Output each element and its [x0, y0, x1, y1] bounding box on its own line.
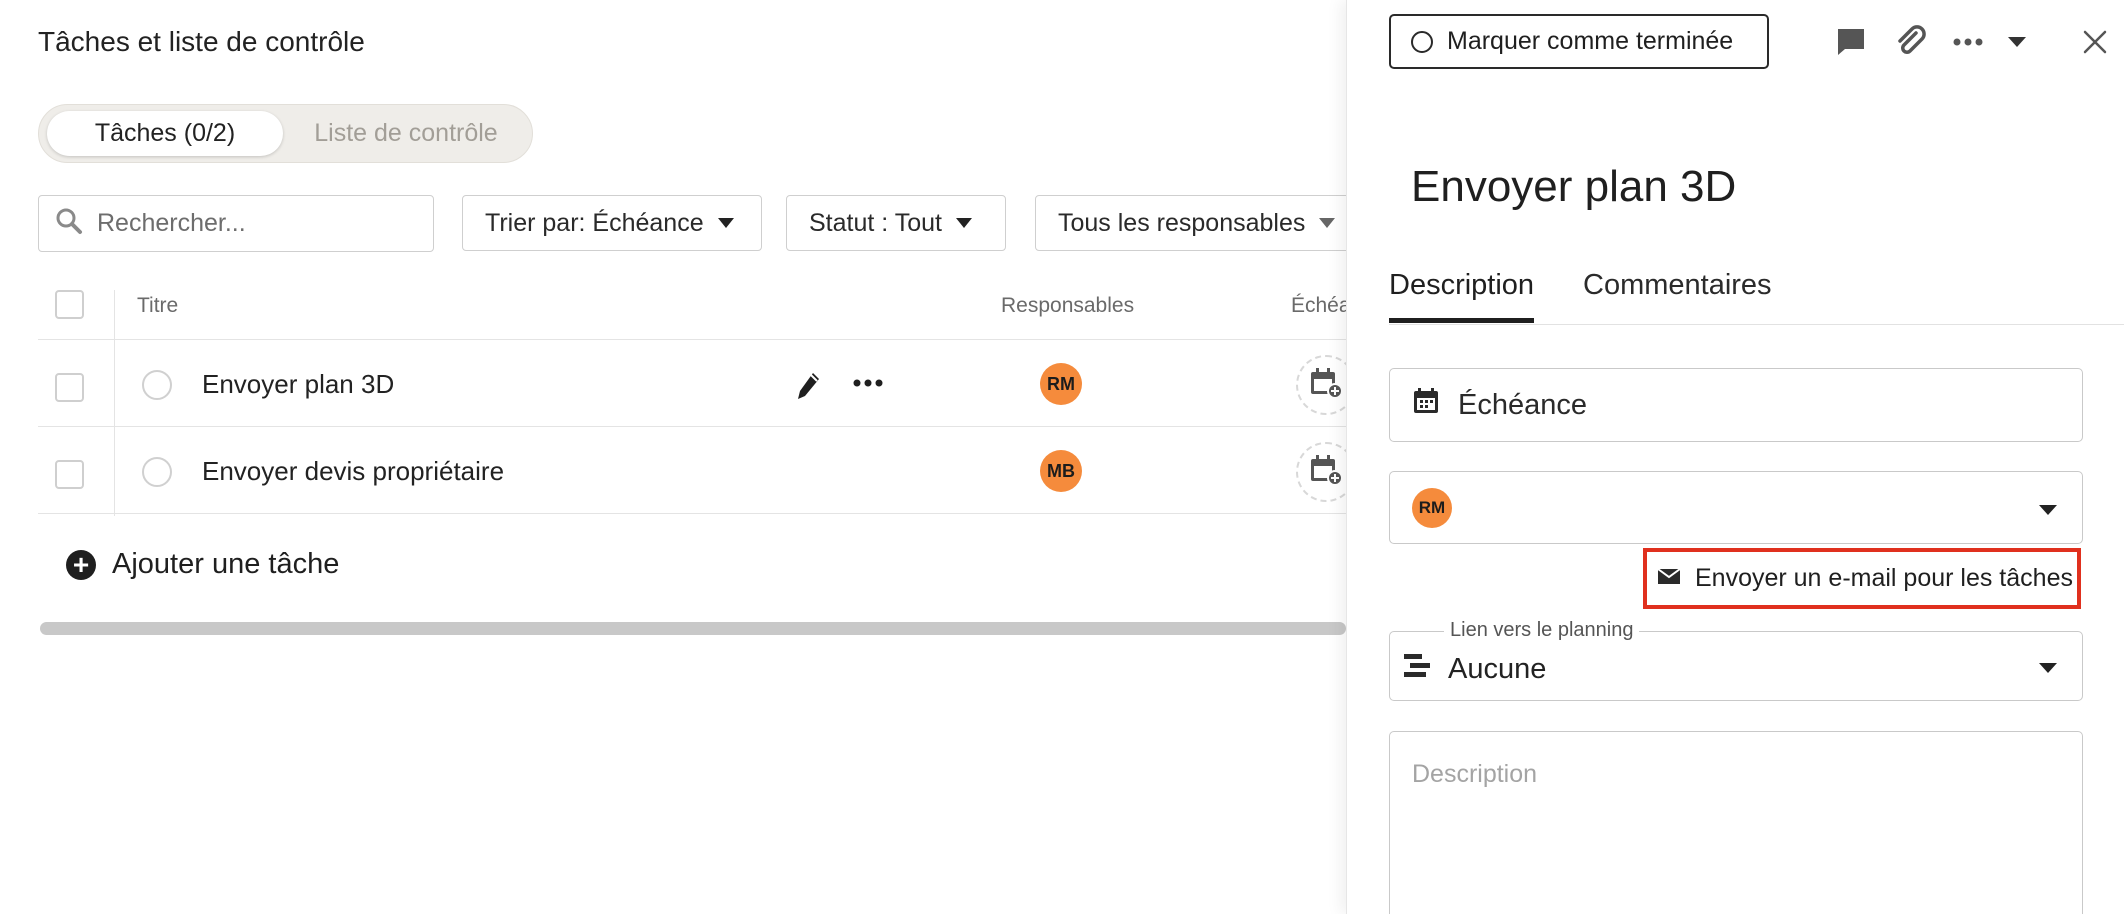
circle-outline-icon [1411, 30, 1433, 53]
task-detail-panel: Marquer comme terminée Envoyer plan 3D D… [1346, 0, 2124, 914]
sort-label: Trier par: Échéance [485, 208, 704, 237]
chevron-down-icon [2038, 661, 2058, 679]
tab-description[interactable]: Description [1389, 269, 1535, 323]
complete-toggle[interactable] [142, 370, 172, 400]
chevron-down-icon [717, 218, 734, 228]
mark-complete-button[interactable]: Marquer comme terminée [1389, 14, 1769, 69]
horizontal-scrollbar[interactable] [40, 622, 1346, 635]
task-detail-title[interactable]: Envoyer plan 3D [1411, 162, 1736, 212]
task-title[interactable]: Envoyer devis propriétaire [202, 456, 504, 487]
table-header: Titre Responsables Échéa [38, 280, 1346, 340]
attachment-icon[interactable] [1894, 24, 1928, 60]
column-assignees: Responsables [1001, 294, 1135, 317]
assignee-select[interactable]: RM [1389, 471, 2083, 544]
add-task-button[interactable]: + Ajouter une tâche [66, 548, 339, 581]
avatar: RM [1412, 488, 1452, 528]
tab-tasks[interactable]: Tâches (0/2) [47, 111, 283, 156]
add-due-date-button[interactable] [1296, 442, 1346, 502]
detail-tabs: Description Commentaires [1389, 255, 2124, 325]
envelope-icon [1657, 564, 1681, 593]
tab-comments[interactable]: Commentaires [1583, 269, 1772, 318]
planning-legend: Lien vers le planning [1444, 619, 1640, 642]
calendar-icon [1412, 387, 1440, 423]
comment-icon[interactable] [1835, 24, 1867, 60]
row-checkbox[interactable] [55, 460, 84, 489]
sort-dropdown[interactable]: Trier par: Échéance [462, 195, 762, 251]
mark-complete-label: Marquer comme terminée [1447, 27, 1734, 55]
planning-link-select[interactable]: Lien vers le planning Aucune [1389, 619, 2083, 701]
row-checkbox[interactable] [55, 373, 84, 402]
table-row[interactable]: Envoyer devis propriétaire MB [38, 428, 1346, 514]
search-icon [55, 207, 83, 240]
gantt-icon [1404, 652, 1434, 686]
assignees-dropdown[interactable]: Tous les responsables [1035, 195, 1346, 251]
planning-value: Aucune [1448, 652, 1547, 685]
due-date-field[interactable]: Échéance [1389, 368, 2083, 442]
status-label: Statut : Tout [809, 208, 942, 237]
status-dropdown[interactable]: Statut : Tout [786, 195, 1006, 251]
chevron-down-icon [2038, 503, 2058, 521]
add-task-label: Ajouter une tâche [112, 548, 340, 580]
send-email-label: Envoyer un e-mail pour les tâches [1695, 564, 2073, 592]
select-all-checkbox[interactable] [55, 290, 84, 319]
search-input[interactable] [97, 209, 417, 238]
avatar: MB [1040, 450, 1082, 492]
plus-circle-icon: + [66, 549, 96, 580]
pencil-icon[interactable] [796, 371, 822, 406]
more-options-icon[interactable] [1953, 24, 1983, 60]
column-title: Titre [137, 294, 179, 317]
table-row[interactable]: Envoyer plan 3D RM [38, 341, 1346, 427]
description-editor[interactable]: Description [1389, 731, 2083, 914]
task-title[interactable]: Envoyer plan 3D [202, 369, 394, 400]
more-options-icon[interactable] [853, 375, 883, 393]
tasks-checklist-toggle: Tâches (0/2) Liste de contrôle [38, 104, 533, 163]
chevron-down-icon[interactable] [2007, 24, 2027, 60]
avatar: RM [1040, 363, 1082, 405]
column-due: Échéa [1291, 294, 1346, 317]
send-email-button[interactable]: Envoyer un e-mail pour les tâches [1643, 548, 2081, 609]
calendar-add-icon [1309, 367, 1343, 404]
tasks-panel: Tâches et liste de contrôle Tâches (0/2)… [0, 0, 1346, 914]
description-placeholder: Description [1412, 760, 1538, 788]
close-icon[interactable] [2083, 24, 2107, 60]
assignees-label: Tous les responsables [1058, 208, 1306, 237]
due-date-label: Échéance [1458, 388, 1587, 421]
complete-toggle[interactable] [142, 457, 172, 487]
page-title: Tâches et liste de contrôle [38, 26, 365, 57]
chevron-down-icon [955, 218, 972, 228]
tab-checklist[interactable]: Liste de contrôle [291, 111, 521, 156]
chevron-down-icon [1319, 218, 1336, 228]
search-box [38, 195, 434, 252]
add-due-date-button[interactable] [1296, 355, 1346, 415]
calendar-add-icon [1309, 454, 1343, 491]
